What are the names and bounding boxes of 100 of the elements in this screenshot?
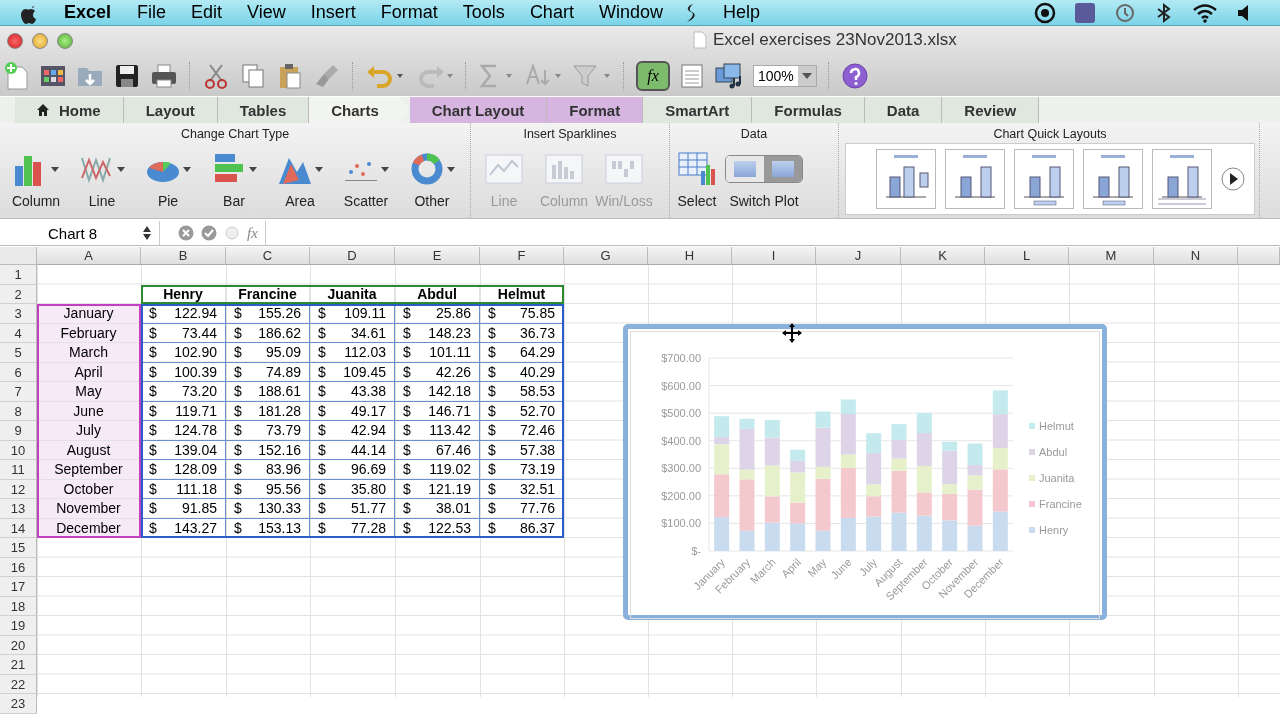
menu-item[interactable]: Window (598, 2, 663, 23)
column-header[interactable]: G (564, 247, 648, 265)
row-header[interactable]: 7 (0, 382, 37, 402)
row-header[interactable]: 11 (0, 460, 37, 480)
ribbon-button[interactable]: Switch Plot (722, 143, 806, 209)
line-sparkline-icon (484, 151, 524, 187)
ribbon-button[interactable]: Column (4, 143, 68, 209)
menu-item[interactable]: Help (722, 2, 760, 23)
row-header[interactable]: 19 (0, 616, 37, 636)
legend-label: Francine (1039, 498, 1082, 510)
ribbon-tab[interactable]: Data (864, 97, 943, 123)
caret-icon (801, 73, 812, 79)
zoom-button[interactable] (57, 33, 73, 49)
app-menu[interactable]: Excel (64, 2, 112, 23)
layout-thumbnail[interactable] (945, 149, 1005, 209)
column-sparkline-icon (544, 151, 584, 187)
row-header[interactable]: 23 (0, 694, 37, 714)
table-cell: $ 74.89 (226, 362, 310, 382)
table-cell: $ 40.29 (480, 362, 564, 382)
square-app-icon[interactable] (1074, 1, 1096, 24)
table-cell: Helmut (480, 284, 564, 304)
ribbon-tab[interactable]: Review (942, 97, 1040, 123)
layout-thumbnail[interactable] (1014, 149, 1074, 209)
new-document-icon[interactable] (4, 61, 30, 91)
menu-item[interactable]: Edit (191, 2, 223, 23)
menu-item[interactable]: Tools (462, 2, 505, 23)
table-cell: $ 67.46 (395, 440, 480, 460)
ribbon-button[interactable]: Other (400, 143, 464, 209)
copy-icon[interactable] (239, 62, 267, 90)
table-cell: $ 72.46 (480, 421, 564, 441)
row-header[interactable]: 17 (0, 577, 37, 597)
formula-builder-button[interactable]: fx (636, 61, 670, 91)
window-title: Excel exercises 23Nov2013.xlsx (713, 30, 957, 50)
scissors-icon[interactable] (202, 62, 230, 90)
column-header[interactable]: B (141, 247, 226, 265)
column-header[interactable]: I (732, 247, 816, 265)
menu-item[interactable]: Chart (529, 2, 574, 23)
print-icon[interactable] (150, 62, 178, 90)
ribbon-button[interactable]: Line (70, 143, 134, 209)
help-icon[interactable] (840, 62, 869, 90)
menu-item[interactable]: File (137, 2, 167, 23)
row-header[interactable]: 3 (0, 304, 37, 324)
menu-item[interactable]: View (247, 2, 286, 23)
layout-thumbnail[interactable] (1083, 149, 1143, 209)
ribbon-tab[interactable]: Charts (309, 97, 410, 123)
insert-function-button[interactable]: fx (247, 224, 258, 242)
column-header[interactable]: K (901, 247, 985, 265)
menu-item[interactable]: Insert (310, 2, 356, 23)
table-cell: $ 122.53 (395, 518, 480, 538)
column-header[interactable]: C (226, 247, 310, 265)
zoom-dropdown[interactable]: 100% (753, 65, 817, 87)
layout-thumbnail[interactable] (876, 149, 936, 209)
column-header[interactable]: D (310, 247, 395, 265)
ribbon-tab[interactable]: SmartArt (643, 97, 753, 123)
close-button[interactable] (7, 33, 23, 49)
ribbon-tab[interactable]: Chart Layout (409, 97, 548, 123)
ribbon-button[interactable]: Scatter (334, 143, 398, 209)
menu-item[interactable]: Format (380, 2, 438, 23)
ribbon-button[interactable]: Bar (202, 143, 266, 209)
row-header[interactable]: 1 (0, 265, 37, 285)
save-icon[interactable] (113, 62, 141, 90)
layout-thumbnail[interactable] (1152, 149, 1212, 209)
column-header[interactable]: H (648, 247, 732, 265)
ribbon-button[interactable]: Select (674, 143, 720, 209)
wifi-icon[interactable] (1192, 1, 1218, 24)
column-header[interactable]: F (480, 247, 564, 265)
table-cell: $ 75.85 (480, 304, 564, 324)
check-icon[interactable] (201, 225, 217, 241)
select-data-icon (677, 151, 717, 187)
row-header[interactable]: 15 (0, 538, 37, 558)
ribbon-tab[interactable]: Home (15, 97, 124, 123)
cancel-icon[interactable] (178, 225, 194, 241)
table-cell: $ 38.01 (395, 499, 480, 519)
table-cell: $ 130.33 (226, 499, 310, 519)
ribbon-button[interactable]: Area (268, 143, 332, 209)
column-header[interactable]: N (1154, 247, 1238, 265)
row-header[interactable]: 21 (0, 655, 37, 675)
ribbon-tab[interactable]: Layout (123, 97, 218, 123)
row-header[interactable]: 5 (0, 343, 37, 363)
column-header[interactable]: A (37, 247, 141, 265)
axis-label: $600.00 (661, 379, 701, 392)
name-box[interactable]: Chart 8 (0, 221, 160, 245)
media-browser-icon[interactable] (714, 62, 744, 90)
clock-icon[interactable] (1114, 1, 1136, 24)
minimize-button[interactable] (32, 33, 48, 49)
column-header[interactable] (1238, 247, 1280, 265)
ribbon-tab[interactable]: Format (547, 97, 644, 123)
table-cell: Francine (226, 284, 310, 304)
record-icon[interactable] (1034, 1, 1056, 24)
column-header[interactable]: J (816, 247, 901, 265)
ribbon-button[interactable]: Pie (136, 143, 200, 209)
table-cell: $ 34.61 (310, 323, 395, 343)
row-header[interactable]: 9 (0, 421, 37, 441)
column-header[interactable]: L (985, 247, 1069, 265)
column-header[interactable]: E (395, 247, 480, 265)
ribbon-tab[interactable]: Tables (217, 97, 310, 123)
row-header[interactable]: 13 (0, 499, 37, 519)
ribbon-tab[interactable]: Formulas (752, 97, 865, 123)
table-cell: $ 181.28 (226, 401, 310, 421)
column-header[interactable]: M (1069, 247, 1154, 265)
